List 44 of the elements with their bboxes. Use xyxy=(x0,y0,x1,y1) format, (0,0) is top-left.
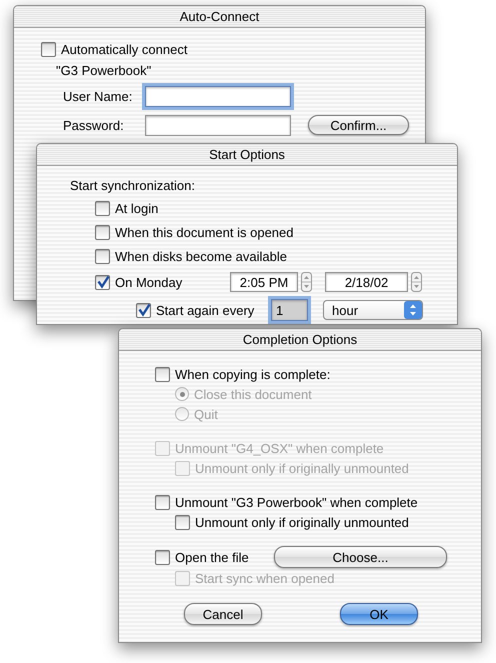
checkbox-label: When disks become available xyxy=(115,248,287,264)
checkbox[interactable] xyxy=(95,224,110,240)
choose-button[interactable]: Choose... xyxy=(274,546,447,568)
window-title: Auto-Connect xyxy=(180,9,260,24)
input-field[interactable] xyxy=(145,114,291,136)
checkbox-label: On Monday xyxy=(115,274,182,290)
checkbox-label: At login xyxy=(115,200,158,216)
time-field[interactable]: 2:05 PM xyxy=(230,272,298,292)
checkbox[interactable] xyxy=(95,248,110,264)
field-label: User Name: xyxy=(63,88,134,104)
checkbox-label: When copying is complete: xyxy=(175,366,330,382)
checkbox-label: Unmount "G3 Powerbook" when complete xyxy=(175,494,418,510)
checkbox[interactable] xyxy=(155,366,170,382)
arrows-icon xyxy=(404,301,422,319)
checkbox-label: Open the file xyxy=(175,550,249,564)
checkbox-label: Start again every xyxy=(156,302,254,318)
section-label: Start synchronization: xyxy=(70,178,196,192)
checkbox-label: Unmount "G4_OSX" when complete xyxy=(175,440,384,456)
date-field[interactable]: 2/18/02 xyxy=(325,272,408,292)
radio-label: Quit xyxy=(194,406,218,422)
window-title: Completion Options xyxy=(242,332,358,347)
interval-field[interactable]: 1 xyxy=(271,299,308,321)
unit-popup[interactable]: hour xyxy=(323,300,423,320)
stepper-icon[interactable] xyxy=(411,272,422,292)
confirm-button[interactable]: Confirm... xyxy=(308,115,409,135)
checkbox[interactable] xyxy=(136,302,151,318)
radio-label: Close this document xyxy=(194,386,312,402)
checkbox[interactable] xyxy=(155,494,170,510)
checkbox[interactable] xyxy=(175,514,190,530)
checkbox-label: Automatically connect xyxy=(61,42,188,56)
checkbox-label: Unmount only if originally unmounted xyxy=(195,514,409,530)
checkbox-label: Unmount only if originally unmounted xyxy=(195,460,409,476)
checkbox[interactable] xyxy=(95,200,110,216)
dialog-button[interactable]: OK xyxy=(340,603,418,625)
checkbox-label: When this document is opened xyxy=(115,224,294,240)
checkbox[interactable] xyxy=(155,550,170,564)
checkbox[interactable] xyxy=(95,274,110,290)
volume-name: "G3 Powerbook" xyxy=(56,62,152,78)
checkbox-label: Start sync when opened xyxy=(195,570,334,586)
field-label: Password: xyxy=(63,118,125,132)
checkbox[interactable] xyxy=(41,42,56,56)
stepper-icon[interactable] xyxy=(301,272,312,292)
dialog-button[interactable]: Cancel xyxy=(184,603,262,625)
window-title: Start Options xyxy=(209,147,285,162)
